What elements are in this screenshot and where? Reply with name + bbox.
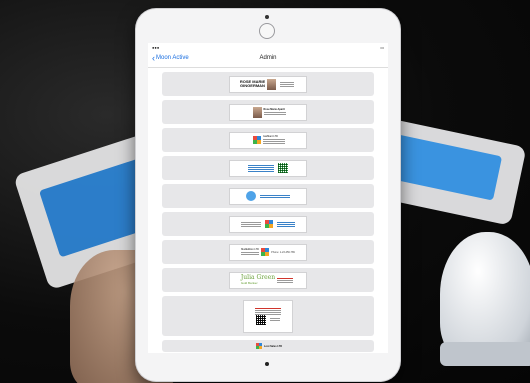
colorful-logo-icon	[253, 136, 261, 144]
card-company: ModEdition LTD	[241, 248, 259, 251]
contact-lines	[255, 307, 281, 315]
card-text: ModEdition LTD	[241, 248, 260, 256]
list-item[interactable]: ModEdition LTD Phone: 1-23-456-789	[162, 240, 374, 264]
card-name-line2: GINGERMAN	[240, 83, 265, 88]
contact-lines	[260, 194, 290, 198]
business-card	[229, 187, 307, 205]
portrait-image	[267, 78, 277, 90]
business-card: ModEdition LTD Phone: 1-23-456-789	[229, 243, 307, 261]
business-card	[229, 159, 307, 177]
tablet-screen: ●●● ▭ ‹ Moon Active Admin ROSE MARIE GIN…	[148, 43, 388, 353]
photo-scene: ●●● ▭ ‹ Moon Active Admin ROSE MARIE GIN…	[0, 0, 530, 383]
card-template-list: ROSE MARIE GINGERMAN Rose Marie Apartt G…	[148, 68, 388, 352]
card-company: GarMant LTD	[263, 135, 278, 138]
contact-lines	[277, 221, 295, 227]
card-name: Rose Marie Apartt	[263, 108, 285, 111]
list-item[interactable]	[162, 212, 374, 236]
business-card: Rose Marie Apartt	[229, 103, 307, 121]
battery-icon: ▭	[380, 44, 384, 50]
qr-code-icon	[278, 163, 288, 173]
status-bar: ●●● ▭	[148, 43, 388, 51]
business-card: GarMant LTD	[229, 131, 307, 149]
circle-logo-icon	[246, 191, 256, 201]
business-card: Julia Green Gold Banker	[229, 271, 307, 289]
card-title: Gold Banker	[240, 281, 258, 285]
business-card	[243, 299, 293, 333]
list-item[interactable]	[162, 184, 374, 208]
qr-code-icon	[256, 314, 266, 325]
camera-icon	[265, 15, 269, 19]
card-phone: Phone: 1-23-456-789	[271, 250, 295, 254]
business-card: Loot Sales LTD	[254, 343, 282, 349]
list-item[interactable]: ROSE MARIE GINGERMAN	[162, 72, 374, 96]
home-button[interactable]	[259, 23, 275, 39]
handheld-printer	[440, 232, 530, 366]
portrait-image	[252, 106, 262, 118]
contact-lines	[248, 164, 274, 172]
printer-base	[440, 342, 530, 366]
list-item[interactable]	[162, 296, 374, 336]
signal-icon: ●●●	[152, 44, 160, 50]
list-item[interactable]: Rose Marie Apartt	[162, 100, 374, 124]
colorful-logo-icon	[265, 220, 273, 228]
card-text: GarMant LTD	[263, 135, 285, 145]
tablet-bottom-dot	[265, 362, 269, 366]
navigation-bar: ‹ Moon Active Admin	[148, 51, 388, 68]
list-item[interactable]: Loot Sales LTD	[162, 340, 374, 352]
card-company: Loot Sales LTD	[263, 344, 282, 348]
page-title: Admin	[259, 55, 277, 61]
contact-lines	[277, 277, 294, 283]
card-text: Julia Green Gold Banker	[240, 275, 275, 286]
tablet: ●●● ▭ ‹ Moon Active Admin ROSE MARIE GIN…	[136, 9, 400, 381]
list-item[interactable]: GarMant LTD	[162, 128, 374, 152]
contact-lines	[280, 81, 295, 87]
card-codes	[254, 314, 282, 325]
contact-lines	[270, 318, 280, 321]
colorful-logo-icon	[261, 248, 270, 256]
card-text: ROSE MARIE GINGERMAN	[240, 80, 265, 88]
card-text: Rose Marie Apartt	[263, 108, 286, 116]
business-card: ROSE MARIE GINGERMAN	[229, 75, 307, 93]
colorful-logo-icon	[255, 343, 262, 349]
contact-lines	[263, 139, 285, 144]
contact-lines	[241, 221, 261, 227]
list-item[interactable]: Julia Green Gold Banker	[162, 268, 374, 292]
contact-lines	[263, 112, 286, 115]
contact-lines	[241, 252, 260, 255]
business-card	[229, 215, 307, 233]
list-item[interactable]	[162, 156, 374, 180]
